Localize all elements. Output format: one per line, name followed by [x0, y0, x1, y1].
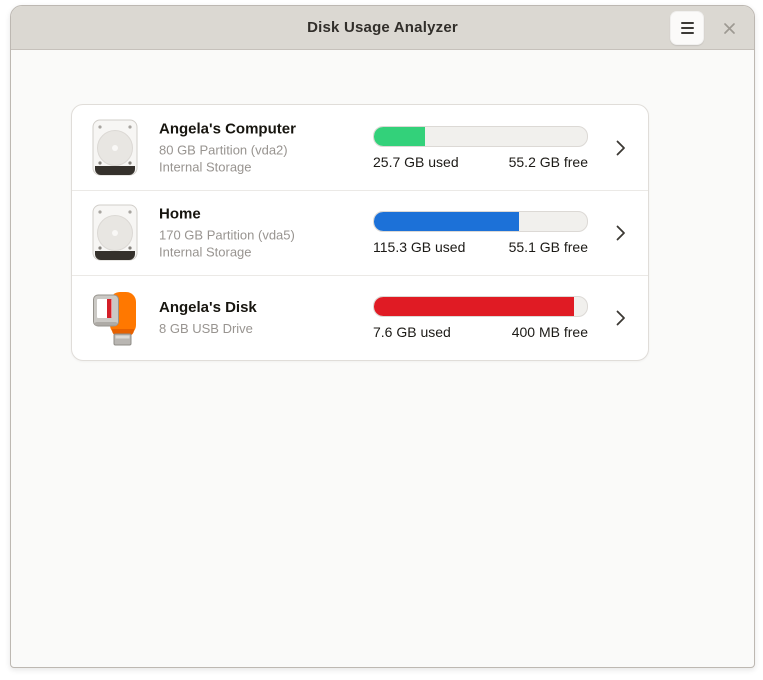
device-name: Angela's Disk — [159, 299, 364, 316]
app-window: Disk Usage Analyzer Angela's Computer 80… — [10, 5, 755, 668]
device-name: Home — [159, 206, 364, 223]
hamburger-menu-icon — [681, 22, 694, 34]
usage-bar-fill — [374, 212, 519, 231]
usage-gauge: 25.7 GB used 55.2 GB free — [373, 126, 588, 170]
used-label: 25.7 GB used — [373, 154, 459, 170]
device-detail-partition: 8 GB USB Drive — [159, 320, 364, 337]
hard-drive-icon — [92, 119, 138, 177]
device-row-home[interactable]: Home 170 GB Partition (vda5) Internal St… — [72, 190, 648, 275]
device-row-angelas-disk[interactable]: Angela's Disk 8 GB USB Drive 7.6 GB used… — [72, 275, 648, 360]
hard-drive-icon — [92, 204, 138, 262]
chevron-right-icon — [616, 140, 626, 156]
device-info: Angela's Computer 80 GB Partition (vda2)… — [159, 120, 364, 175]
usage-bar — [373, 296, 588, 317]
device-detail-partition: 170 GB Partition (vda5) — [159, 227, 364, 244]
header-controls — [670, 6, 741, 50]
usage-bar — [373, 126, 588, 147]
close-icon — [723, 22, 736, 35]
usage-bar — [373, 211, 588, 232]
window-close-button[interactable] — [717, 16, 741, 40]
window-title: Disk Usage Analyzer — [307, 19, 458, 36]
device-list: Angela's Computer 80 GB Partition (vda2)… — [71, 104, 649, 361]
usb-drive-icon — [92, 289, 138, 347]
free-label: 55.1 GB free — [509, 239, 588, 255]
header-bar: Disk Usage Analyzer — [11, 6, 754, 50]
device-detail-storage: Internal Storage — [159, 158, 364, 175]
free-label: 55.2 GB free — [509, 154, 588, 170]
used-label: 7.6 GB used — [373, 324, 451, 340]
chevron-right-icon — [616, 225, 626, 241]
usage-gauge: 115.3 GB used 55.1 GB free — [373, 211, 588, 255]
usage-bar-fill — [374, 127, 425, 146]
usage-bar-fill — [374, 297, 574, 316]
chevron-right-icon — [616, 310, 626, 326]
primary-menu-button[interactable] — [670, 11, 704, 45]
device-row-angelas-computer[interactable]: Angela's Computer 80 GB Partition (vda2)… — [72, 105, 648, 190]
used-label: 115.3 GB used — [373, 239, 465, 255]
device-info: Home 170 GB Partition (vda5) Internal St… — [159, 206, 364, 261]
device-detail-storage: Internal Storage — [159, 244, 364, 261]
usage-gauge: 7.6 GB used 400 MB free — [373, 296, 588, 340]
device-name: Angela's Computer — [159, 120, 364, 137]
device-detail-partition: 80 GB Partition (vda2) — [159, 141, 364, 158]
free-label: 400 MB free — [512, 324, 588, 340]
device-info: Angela's Disk 8 GB USB Drive — [159, 299, 364, 337]
